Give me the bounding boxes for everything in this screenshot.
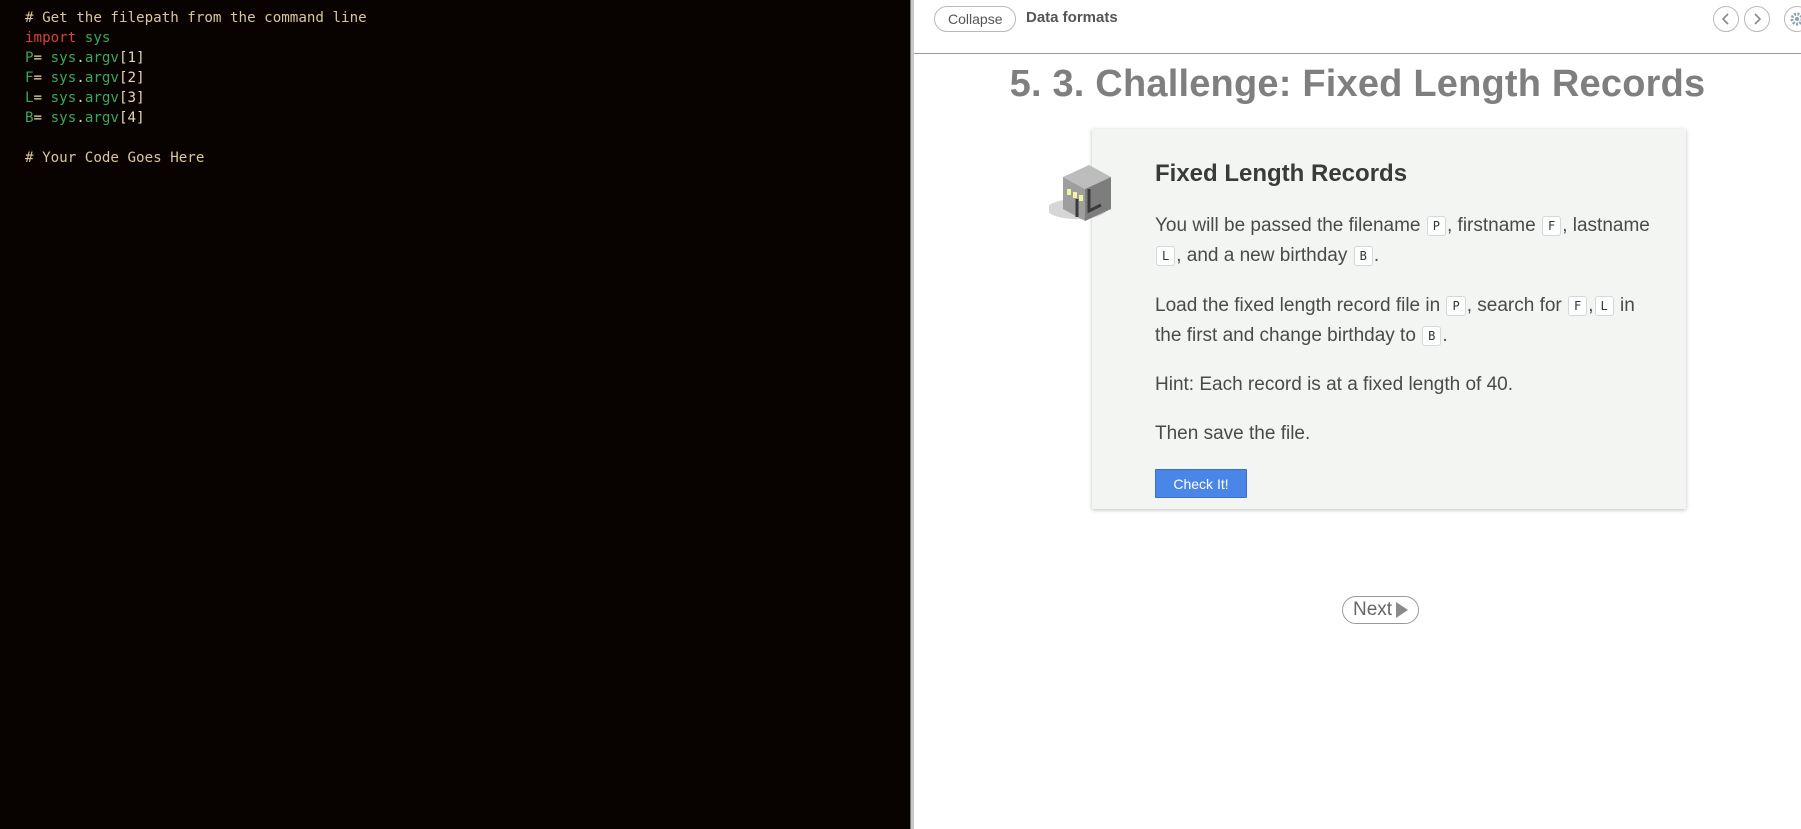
code-comment: # Your Code Goes Here — [25, 150, 205, 166]
text: , — [1588, 295, 1594, 316]
code-line: L= sys.argv[3] — [25, 88, 367, 108]
text: , lastname — [1562, 215, 1650, 236]
code-token: F — [1541, 216, 1562, 236]
text: . — [1442, 325, 1448, 346]
code-attr: argv — [84, 70, 119, 86]
code-dot: . — [76, 50, 85, 66]
code-token: L — [1156, 246, 1176, 266]
breadcrumb[interactable]: Data formats — [1026, 9, 1118, 26]
code-line: import sys — [25, 28, 367, 48]
code-line: # Get the filepath from the command line — [25, 8, 367, 28]
code-dot: . — [76, 70, 85, 86]
next-label: Next — [1353, 599, 1393, 620]
code-line: P= sys.argv[1] — [25, 48, 367, 68]
code-token: B — [1353, 246, 1373, 266]
check-it-button[interactable]: Check It! — [1155, 469, 1247, 498]
guide-toolbar: Collapse Data formats — [914, 0, 1801, 54]
gear-icon[interactable] — [1784, 6, 1801, 32]
next-button[interactable]: Next — [1342, 596, 1420, 624]
code-token: B — [1422, 326, 1442, 346]
code-index: [3] — [118, 90, 145, 106]
code-token: P — [1446, 296, 1466, 316]
text: , and a new birthday — [1176, 245, 1353, 266]
code-eq: = — [33, 90, 51, 106]
code-eq: = — [33, 110, 51, 126]
code-var: F — [25, 70, 34, 86]
text: Load the fixed length record file in — [1155, 295, 1446, 316]
code-line: B= sys.argv[4] — [25, 108, 367, 128]
code-line: # Your Code Goes Here — [25, 148, 367, 168]
instruction-paragraph: Load the fixed length record file in P, … — [1155, 291, 1655, 351]
play-arrow-icon — [1396, 602, 1409, 618]
code-token: P — [1426, 216, 1446, 236]
page-title: 5. 3. Challenge: Fixed Length Records — [1009, 63, 1706, 105]
code-line: F= sys.argv[2] — [25, 68, 367, 88]
code-module: sys — [84, 30, 111, 46]
code-index: [2] — [118, 70, 145, 86]
guide-panel: Collapse Data formats 5. 3. Challenge: F… — [914, 0, 1801, 829]
code-obj: sys — [50, 50, 77, 66]
hint-paragraph: Hint: Each record is at a fixed length o… — [1155, 374, 1514, 395]
code-token: F — [1568, 296, 1588, 316]
code-index: [1] — [118, 50, 145, 66]
code-obj: sys — [50, 70, 77, 86]
code-dot: . — [76, 90, 85, 106]
code-index: [4] — [118, 110, 145, 126]
collapse-button[interactable]: Collapse — [934, 6, 1017, 32]
instruction-paragraph: You will be passed the filename P, first… — [1155, 211, 1655, 271]
code-keyword: import — [25, 30, 77, 46]
challenge-title: Fixed Length Records — [1155, 160, 1408, 187]
text: , search for — [1466, 295, 1568, 316]
chevron-right-icon[interactable] — [1744, 6, 1770, 32]
chevron-left-icon[interactable] — [1713, 6, 1739, 32]
code-attr: argv — [84, 110, 119, 126]
code-comment: # Get the filepath from the command line — [25, 10, 367, 26]
code-attr: argv — [84, 90, 119, 106]
text: . — [1373, 245, 1380, 266]
code-editor[interactable]: # Get the filepath from the command line… — [0, 0, 910, 829]
code-dot: . — [76, 110, 85, 126]
code-var: B — [25, 110, 34, 126]
code-eq: = — [33, 70, 51, 86]
challenge-icon — [1047, 159, 1115, 227]
code-attr: argv — [84, 50, 119, 66]
code-var: L — [25, 90, 34, 106]
code-token: L — [1594, 296, 1614, 316]
code-obj: sys — [50, 110, 77, 126]
code-obj: sys — [50, 90, 77, 106]
instruction-paragraph: Then save the file. — [1155, 423, 1311, 444]
text: You will be passed the filename — [1155, 215, 1426, 236]
code-var: P — [25, 50, 34, 66]
code-content[interactable]: # Get the filepath from the command line… — [25, 8, 367, 168]
code-eq: = — [33, 50, 51, 66]
text: , firstname — [1446, 215, 1541, 236]
